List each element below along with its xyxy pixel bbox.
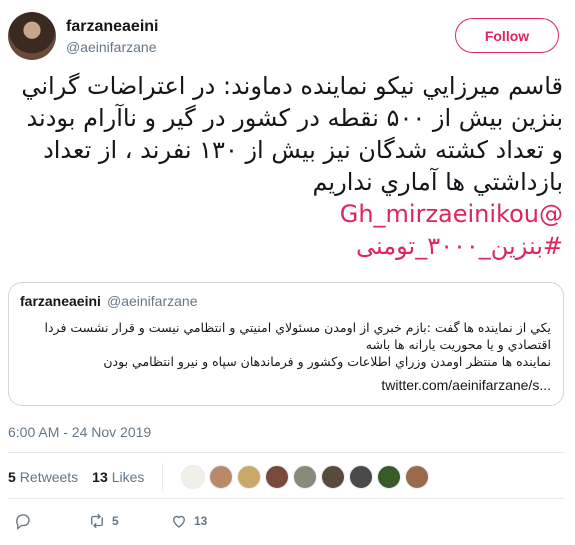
hashtag-link[interactable]: #بنزين_۳۰۰۰_تومنى (15, 230, 563, 262)
engagement-stats: 5 Retweets 13 Likes (8, 462, 433, 492)
quoted-author-name: farzaneaeini (20, 293, 101, 309)
quoted-text-line1: يكي از نماينده ها گفت :بازم خبري از اومد… (44, 320, 551, 352)
stats-separator (162, 463, 164, 491)
liker-avatar[interactable] (293, 465, 318, 489)
tweet-actions: 5 13 (8, 512, 308, 534)
like-count: 13 (194, 514, 208, 528)
like-button[interactable]: 13 (170, 512, 207, 530)
likes-label[interactable]: Likes (112, 469, 145, 485)
retweet-count: 5 (112, 514, 119, 528)
tweet-text: قاسم ميرزايي نيكو نماينده دماوند: در اعت… (21, 72, 563, 196)
liker-avatar[interactable] (181, 465, 206, 489)
quoted-tweet[interactable]: farzaneaeini @aeinifarzane يكي از نمايند… (8, 282, 564, 406)
liker-avatar[interactable] (405, 465, 430, 489)
tweet-timestamp[interactable]: 6:00 AM - 24 Nov 2019 (8, 424, 151, 440)
retweets-label[interactable]: Retweets (20, 469, 78, 485)
quoted-text: يكي از نماينده ها گفت :بازم خبري از اومد… (21, 319, 551, 370)
retweet-icon (91, 513, 103, 529)
avatar[interactable] (8, 12, 56, 60)
liker-avatar[interactable] (237, 465, 262, 489)
likes-count[interactable]: 13 (92, 469, 108, 485)
reply-button[interactable] (14, 512, 32, 530)
liker-avatar[interactable] (349, 465, 374, 489)
mention-link[interactable]: @Gh_mirzaeinikou (15, 198, 563, 230)
divider (8, 498, 565, 499)
quoted-text-line2: نماينده ها منتظر اومدن وزراي اطلاعات وكش… (103, 354, 551, 369)
author-name[interactable]: farzaneaeini (66, 18, 158, 36)
reply-icon (16, 514, 30, 530)
liker-avatar[interactable] (209, 465, 234, 489)
tweet-header: farzaneaeini @aeinifarzane Follow (8, 12, 565, 62)
tweet-body: قاسم ميرزايي نيكو نماينده دماوند: در اعت… (15, 70, 563, 262)
divider (8, 452, 565, 453)
quoted-link[interactable]: twitter.com/aeinifarzane/s... (381, 377, 551, 393)
liker-avatar[interactable] (265, 465, 290, 489)
retweets-count[interactable]: 5 (8, 469, 16, 485)
liker-avatar[interactable] (377, 465, 402, 489)
liker-avatar[interactable] (321, 465, 346, 489)
author-handle[interactable]: @aeinifarzane (66, 39, 157, 55)
quoted-author-handle: @aeinifarzane (107, 293, 198, 309)
follow-button[interactable]: Follow (455, 18, 559, 53)
liker-avatars (181, 465, 433, 489)
retweet-button[interactable]: 5 (88, 512, 119, 530)
heart-icon (173, 515, 185, 528)
